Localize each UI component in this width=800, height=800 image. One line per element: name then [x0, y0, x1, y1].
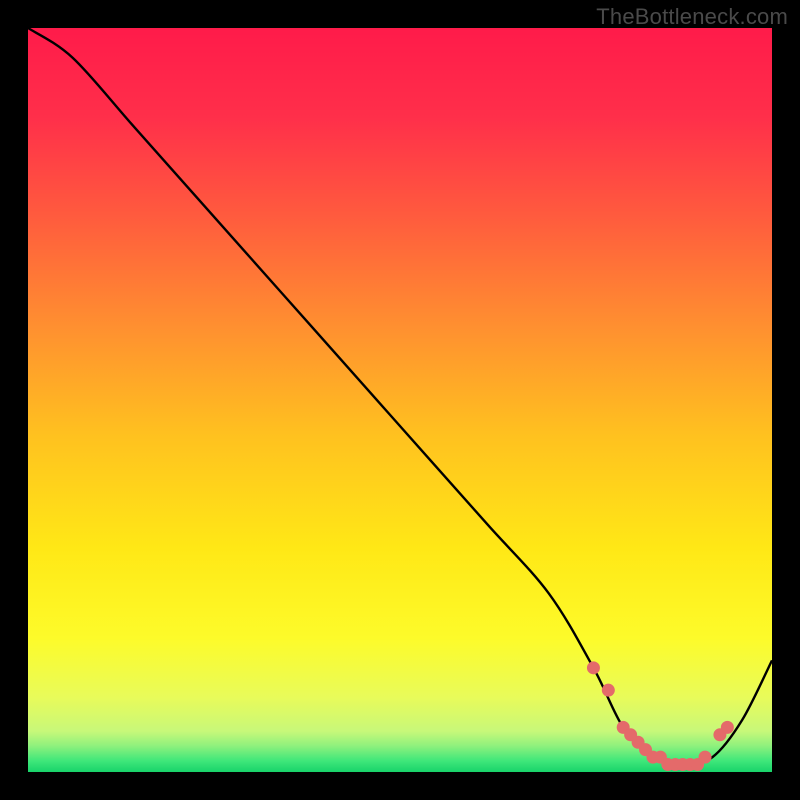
- highlight-dot: [602, 684, 615, 697]
- highlight-dots-group: [587, 661, 734, 771]
- highlight-dot: [699, 751, 712, 764]
- watermark-text: TheBottleneck.com: [596, 4, 788, 30]
- chart-stage: TheBottleneck.com: [0, 0, 800, 800]
- curve-layer: [28, 28, 772, 772]
- highlight-dot: [721, 721, 734, 734]
- plot-area: [28, 28, 772, 772]
- bottleneck-curve: [28, 28, 772, 765]
- highlight-dot: [587, 661, 600, 674]
